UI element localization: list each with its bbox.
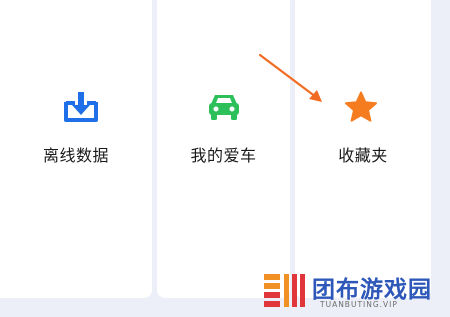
download-box-icon — [64, 92, 98, 122]
tile-my-car[interactable]: 我的爱车 — [157, 0, 290, 298]
watermark-title: 团布游戏园 — [312, 277, 432, 303]
car-icon — [209, 95, 239, 120]
tile-offline-data[interactable]: 离线数据 — [0, 0, 152, 298]
tile-label-my-car: 我的爱车 — [190, 146, 257, 165]
tile-label-favorites: 收藏夹 — [338, 146, 388, 165]
tile-label-offline-data: 离线数据 — [42, 146, 109, 165]
watermark-logo — [264, 274, 305, 307]
watermark-subtitle: TUANBUTING.VIP — [320, 300, 398, 309]
star-icon — [345, 91, 377, 122]
annotation-arrow — [258, 53, 322, 102]
tile-favorites[interactable]: 收藏夹 — [295, 0, 431, 298]
watermark: 团布游戏园 TUANBUTING.VIP — [260, 268, 450, 316]
